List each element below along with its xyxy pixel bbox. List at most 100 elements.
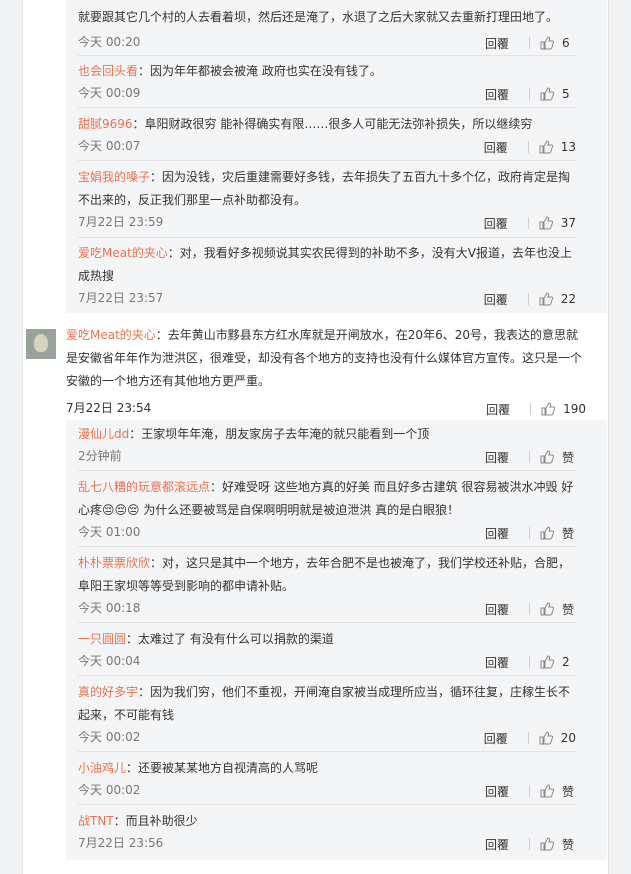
reply-time: 今天 00:02 — [78, 783, 141, 797]
reply-item: 乱七八糟的玩意都滚远点：好难受呀 这些地方真的好美 而且好多古建筑 很容易被洪水… — [78, 476, 576, 541]
like-count: 13 — [560, 140, 576, 154]
reply-username[interactable]: 朴朴票票欣欣 — [78, 556, 150, 570]
like-count: 5 — [562, 87, 570, 101]
like-button[interactable]: 6 — [540, 36, 576, 50]
reply-username[interactable]: 乱七八糟的玩意都滚远点 — [78, 480, 210, 494]
like-button[interactable]: 赞 — [540, 601, 576, 618]
thumbs-up-icon — [540, 837, 554, 851]
reply-button[interactable]: 回覆 — [484, 291, 520, 308]
like-count: 37 — [560, 216, 576, 230]
reply-button[interactable]: 回覆 — [485, 525, 521, 542]
like-button[interactable]: 37 — [539, 216, 576, 230]
reply-item: 甜腻9696：阜阳财政很穷 能补得确实有限……很多人可能无法弥补损失，所以继续穷… — [78, 113, 576, 155]
action-divider — [529, 88, 530, 100]
action-divider — [529, 527, 530, 539]
reply-text: 也会回头看：因为年年都被会被淹 政府也实在没有钱了。 — [78, 60, 576, 83]
reply-text: 朴朴票票欣欣：对，这只是其中一个地方，去年合肥不是也被淹了，我们学校还补贴，合肥… — [78, 552, 576, 598]
reply-divider — [78, 107, 576, 108]
reply-divider — [78, 751, 576, 752]
like-count: 6 — [562, 36, 570, 50]
reply-button[interactable]: 回覆 — [485, 836, 521, 853]
reply-divider — [78, 470, 576, 471]
reply-item: 宝娟我的嗓子：因为没钱，灾后重建需要好多钱，去年损失了五百九十多个亿，政府肯定是… — [78, 166, 576, 231]
reply-button[interactable]: 回覆 — [485, 783, 521, 800]
thumbs-up-icon — [539, 216, 553, 230]
reply-time: 7月22日 23:59 — [78, 215, 164, 229]
reply-text: 小油鸡儿：还要被某某地方自视清高的人骂呢 — [78, 757, 576, 780]
reply-username[interactable]: 战TNT — [78, 814, 114, 828]
reply-button[interactable]: 回覆 — [485, 35, 521, 52]
reply-username[interactable]: 一只圆圆 — [78, 632, 126, 646]
reply-meta: 7月22日 23:57 回覆 22 — [78, 289, 576, 309]
reply-text: 真的好多宇：因为我们穷，他们不重视，开闸淹自家被当成理所应当，循环往复，庄稼生长… — [78, 681, 576, 727]
main-comment-username[interactable]: 爱吃Meat的夹心 — [66, 328, 156, 342]
thumbs-up-icon — [540, 602, 554, 616]
reply-body: ：因为没钱，灾后重建需要好多钱，去年损失了五百九十多个亿，政府肯定是掏不出来的，… — [78, 170, 571, 207]
reply-time: 今天 00:02 — [78, 730, 141, 744]
reply-button[interactable]: 回覆 — [486, 401, 522, 418]
reply-username[interactable]: 漫仙儿dd — [78, 427, 129, 441]
reply-actions: 回覆 赞 — [485, 447, 576, 467]
thumbs-up-icon — [540, 87, 554, 101]
reply-text: 漫仙儿dd：王家坝年年淹，朋友家房子去年淹的就只能看到一个顶 — [78, 423, 576, 446]
reply-button[interactable]: 回覆 — [485, 654, 521, 671]
reply-body: ：对，这只是其中一个地方，去年合肥不是也被淹了，我们学校还补贴，合肥，阜阳王家坝… — [78, 556, 571, 593]
reply-body: ：因为我们穷，他们不重视，开闸淹自家被当成理所应当，循环往复，庄稼生长不起来，不… — [78, 685, 571, 722]
action-divider — [529, 451, 530, 463]
reply-username[interactable]: 真的好多宇 — [78, 685, 138, 699]
action-divider — [529, 838, 530, 850]
like-button[interactable]: 5 — [540, 87, 576, 101]
reply-time: 今天 00:20 — [78, 35, 141, 49]
reply-time: 今天 00:07 — [78, 139, 141, 153]
reply-username[interactable]: 小油鸡儿 — [78, 761, 126, 775]
reply-actions: 回覆 13 — [484, 137, 576, 157]
reply-time: 7月22日 23:56 — [78, 836, 164, 850]
reply-body: ：而且补助很少 — [113, 814, 198, 828]
reply-divider — [78, 160, 576, 161]
like-count: 2 — [562, 655, 570, 669]
like-button[interactable]: 赞 — [540, 449, 576, 466]
like-button[interactable]: 22 — [539, 292, 576, 306]
reply-button[interactable]: 回覆 — [484, 139, 520, 156]
reply-meta: 2分钟前 回覆 赞 — [78, 447, 576, 467]
action-divider — [529, 603, 530, 615]
action-divider — [529, 656, 530, 668]
reply-text: 一只圆圆：太难过了 有没有什么可以捐款的渠道 — [78, 628, 576, 651]
like-button[interactable]: 2 — [540, 655, 576, 669]
like-button[interactable]: 赞 — [540, 783, 576, 800]
reply-actions: 回覆 22 — [484, 289, 576, 309]
action-divider — [527, 141, 529, 153]
reply-divider — [78, 622, 576, 623]
reply-body: ：因为年年都被会被淹 政府也实在没有钱了。 — [138, 64, 382, 78]
action-divider — [529, 785, 530, 797]
like-count: 赞 — [562, 784, 575, 799]
reply-button[interactable]: 回覆 — [484, 215, 520, 232]
reply-username[interactable]: 宝娟我的嗓子 — [78, 170, 150, 184]
reply-username[interactable]: 爱吃Meat的夹心 — [78, 246, 168, 260]
thumbs-up-icon — [540, 526, 554, 540]
reply-button[interactable]: 回覆 — [484, 730, 520, 747]
action-divider — [527, 732, 529, 744]
reply-meta: 今天 01:00 回覆 赞 — [78, 523, 576, 543]
reply-button[interactable]: 回覆 — [485, 601, 521, 618]
like-count: 20 — [560, 731, 576, 745]
like-button[interactable]: 190 — [541, 402, 586, 416]
reply-actions: 回覆 5 — [485, 84, 576, 104]
thumbs-up-icon — [540, 784, 554, 798]
reply-actions: 回覆 2 — [485, 652, 576, 672]
reply-button[interactable]: 回覆 — [485, 449, 521, 466]
like-button[interactable]: 赞 — [540, 525, 576, 542]
reply-username[interactable]: 甜腻9696 — [78, 117, 133, 131]
reply-username[interactable]: 也会回头看 — [78, 64, 138, 78]
like-count: 22 — [560, 292, 576, 306]
like-button[interactable]: 赞 — [540, 836, 576, 853]
like-button[interactable]: 13 — [539, 140, 576, 154]
reply-body: ：阜阳财政很穷 能补得确实有限……很多人可能无法弥补损失，所以继续穷 — [132, 117, 533, 131]
reply-meta: 7月22日 23:59 回覆 37 — [78, 213, 576, 233]
reply-divider — [78, 237, 576, 238]
avatar[interactable] — [26, 329, 56, 359]
reply-divider — [78, 675, 576, 676]
reply-button[interactable]: 回覆 — [485, 86, 521, 103]
like-button[interactable]: 20 — [539, 731, 576, 745]
main-comment-meta: 7月22日 23:54 回覆 190 — [66, 399, 586, 419]
